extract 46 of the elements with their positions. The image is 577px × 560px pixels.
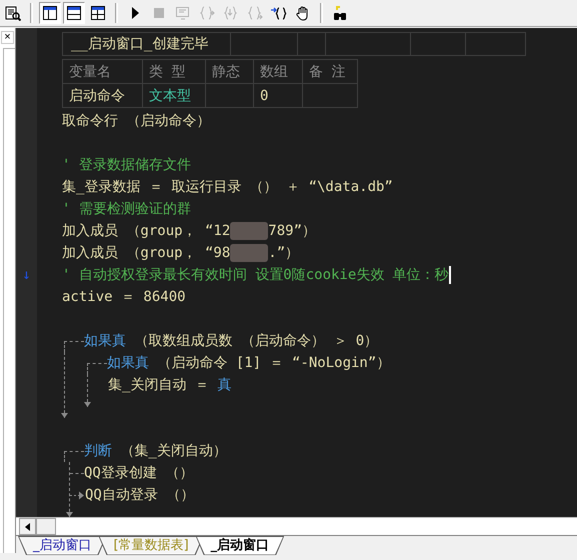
left-arrow-icon: [25, 522, 30, 530]
scroll-left-button[interactable]: [19, 518, 36, 535]
braces-arrow-icon: [223, 5, 239, 21]
subroutine-name: __启动窗口_创建完毕: [63, 33, 231, 56]
comment-line: ' 需要检测验证的群: [62, 200, 191, 218]
code-line: 加入成员 （group， “98: [62, 244, 230, 262]
code-line: 789”）: [268, 222, 316, 240]
column-header: 类 型: [143, 60, 206, 84]
code-line: 集_关闭自动 ＝ 真: [108, 376, 232, 394]
braces-arrow-icon: [247, 5, 263, 21]
column-header: 备 注: [303, 60, 358, 84]
document-search-icon: [5, 5, 21, 21]
table-cell: 0: [260, 88, 268, 104]
code-line: 如果真 （启动命令 [1] ＝ “-NoLogin”）: [107, 354, 390, 372]
window-layout-button[interactable]: [39, 2, 61, 24]
code-line: 集_登录数据 ＝ 取运行目录 （） ＋ “\data.db”: [62, 178, 393, 196]
binoculars-icon: [332, 5, 348, 21]
redaction-block: [230, 244, 268, 262]
code-line: .”）: [268, 244, 300, 262]
column-header: 数组: [254, 60, 303, 84]
code-line: 取命令行 （启动命令）: [62, 112, 210, 130]
stop-icon: [151, 5, 167, 21]
redaction-block: [230, 222, 268, 240]
table-cell: 启动命令: [69, 86, 125, 104]
table-cell: 文本型: [149, 86, 191, 104]
column-header: 静态: [206, 60, 254, 84]
arrow-braces-icon: [271, 5, 287, 21]
code-line: 如果真 （取数组成员数 （启动命令） ＞ 0）: [84, 332, 378, 350]
column-header: 变量名: [63, 60, 143, 84]
comment-line: ' 自动授权登录最长有效时间 设置0随cookie失效 单位：秒: [62, 266, 449, 284]
code-line: QQ登录创建 （）: [84, 464, 194, 482]
gutter-marker: ↓: [22, 267, 31, 283]
code-line: 加入成员 （group， “12: [62, 222, 230, 240]
close-button[interactable]: ×: [1, 31, 14, 44]
monitor-icon: [175, 5, 191, 21]
window-layout-button[interactable]: [63, 2, 85, 24]
editor-tab[interactable]: _启动窗口: [196, 536, 284, 555]
braces-arrow-icon: [199, 5, 215, 21]
window-layout-icon: [42, 5, 58, 21]
code-line: QQ自动登录 （）: [85, 486, 194, 504]
code-line: 判断 （集_关闭自动）: [84, 442, 227, 460]
window-layout-icon: [90, 5, 106, 21]
scrollbar-thumb[interactable]: [36, 518, 56, 535]
comment-line: ' 登录数据储存文件: [62, 156, 191, 174]
window-layout-icon: [66, 5, 82, 21]
code-line: active ＝ 86400: [62, 288, 186, 306]
